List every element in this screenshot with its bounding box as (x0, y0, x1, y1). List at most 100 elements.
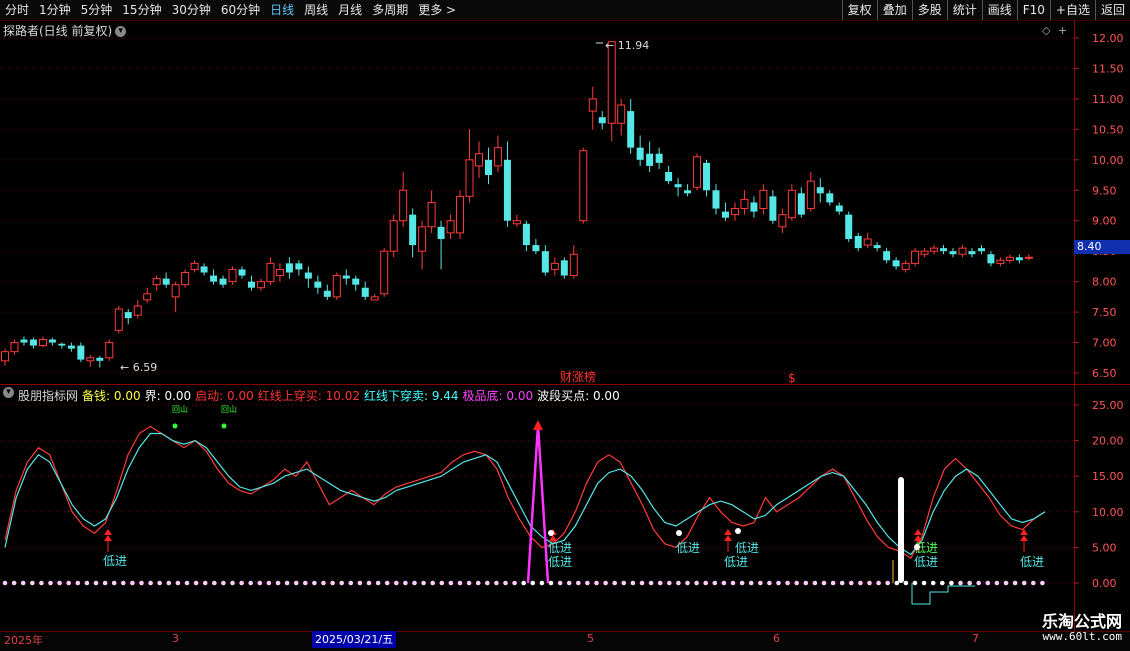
indicator-value: 界: 0.00 (144, 389, 192, 403)
date-label-jul: 7 (972, 632, 979, 645)
baseline-dot (193, 580, 199, 586)
baseline-dot (712, 580, 718, 586)
baseline-dot (1021, 580, 1027, 586)
step-line (911, 583, 975, 605)
baseline-dot (403, 580, 408, 586)
baseline-dot (102, 580, 108, 586)
baseline-dot (202, 580, 208, 586)
indicator-value: 波段买点: 0.00 (537, 389, 620, 403)
candle-body (588, 98, 597, 112)
candle-body (456, 195, 465, 234)
candle-body (598, 117, 606, 124)
watermark-title: 乐淘公式网 (1041, 612, 1122, 631)
candle-body (210, 275, 218, 282)
baseline-dot (57, 580, 62, 586)
candle-body (247, 281, 255, 288)
baseline-dot (175, 580, 181, 586)
signal-label: 低进 (914, 555, 938, 569)
baseline-dot (949, 580, 954, 586)
candle-body (124, 312, 132, 319)
candle-body (617, 104, 626, 124)
candle-body (797, 193, 805, 215)
baseline-dot (794, 580, 799, 586)
candle-body (105, 342, 114, 359)
y-tick-label: 9.50 (1092, 184, 1117, 197)
indicator-name: 股朋指标网 (18, 389, 79, 403)
baseline-dot (812, 580, 818, 586)
candle-body (370, 296, 379, 301)
candle-body (693, 156, 702, 188)
baseline-dot (2, 580, 8, 586)
signal-label: 低进 (548, 555, 572, 569)
candle-body (684, 190, 692, 194)
baseline-dot (293, 580, 299, 586)
baseline-dot (330, 580, 335, 586)
baseline-dot (566, 580, 572, 586)
indicator-value: 红线上穿买: 10.02 (257, 389, 360, 403)
y-tick-label: 5.00 (1092, 541, 1117, 554)
selected-date: 2025/03/21/五 (312, 631, 397, 648)
indicator-menu-icon[interactable]: ▾ (3, 387, 14, 398)
baseline-dot (867, 580, 872, 586)
signal-dot (735, 528, 741, 534)
candle-body (778, 214, 787, 228)
baseline-dot (266, 580, 272, 586)
candle-body (835, 205, 843, 212)
candle-body (759, 189, 768, 210)
candle-body (29, 339, 37, 346)
indicator-value: 启动: 0.00 (195, 389, 254, 403)
candle-body (1005, 256, 1014, 261)
baseline-dot (730, 580, 736, 586)
baseline-dot (721, 580, 727, 586)
candle-body (389, 220, 398, 252)
candle-body (332, 275, 341, 298)
candle-body (863, 238, 872, 246)
baseline-dot (512, 580, 517, 586)
baseline-dot (157, 580, 162, 586)
signal-label: 低进 (676, 541, 700, 555)
baseline-dot (184, 580, 190, 586)
y-tick-label: 10.00 (1092, 154, 1124, 167)
arrow-up-icon (1020, 535, 1028, 541)
baseline-dot (612, 580, 617, 586)
baseline-dot (548, 580, 554, 586)
y-tick-label: 6.50 (1092, 367, 1117, 380)
baseline-dot (130, 580, 135, 586)
candle-body (342, 275, 350, 279)
baseline-dot (1003, 580, 1009, 586)
candle-body (740, 198, 749, 210)
candle-body (949, 251, 957, 255)
candle-body (437, 226, 445, 239)
candle-body (816, 187, 824, 194)
chart-canvas[interactable]: 12.0011.5011.0010.5010.009.509.008.508.0… (0, 0, 1130, 650)
watermark-url: www.60lt.com (1042, 630, 1122, 643)
candle-body (646, 153, 654, 166)
signal-label: 低进 (103, 554, 127, 568)
candle-body (911, 250, 920, 264)
candle-body (1024, 256, 1033, 259)
baseline-dot (312, 580, 317, 586)
baseline-dot (111, 580, 117, 586)
candle-body (636, 147, 644, 160)
baseline-dot (257, 580, 263, 586)
band-bar (898, 477, 904, 583)
baseline-dot (976, 580, 981, 586)
baseline-dot (776, 580, 781, 586)
baseline-dot (66, 580, 71, 586)
baseline-dot (284, 580, 290, 586)
candle-body (171, 284, 180, 298)
baseline-dot (539, 580, 545, 586)
baseline-dot (849, 580, 854, 586)
baseline-dot (494, 580, 499, 586)
baseline-dot (275, 580, 281, 586)
candle-body (133, 305, 142, 316)
candle-body (873, 245, 881, 249)
baseline-dot (503, 580, 508, 586)
candle-body (475, 153, 483, 167)
baseline-dot (93, 580, 99, 586)
baseline-dot (48, 580, 53, 586)
candle-body (114, 308, 123, 331)
signal-dot (548, 530, 554, 536)
last-price-tag: 8.40 (1074, 240, 1130, 254)
baseline-dot (921, 580, 927, 586)
